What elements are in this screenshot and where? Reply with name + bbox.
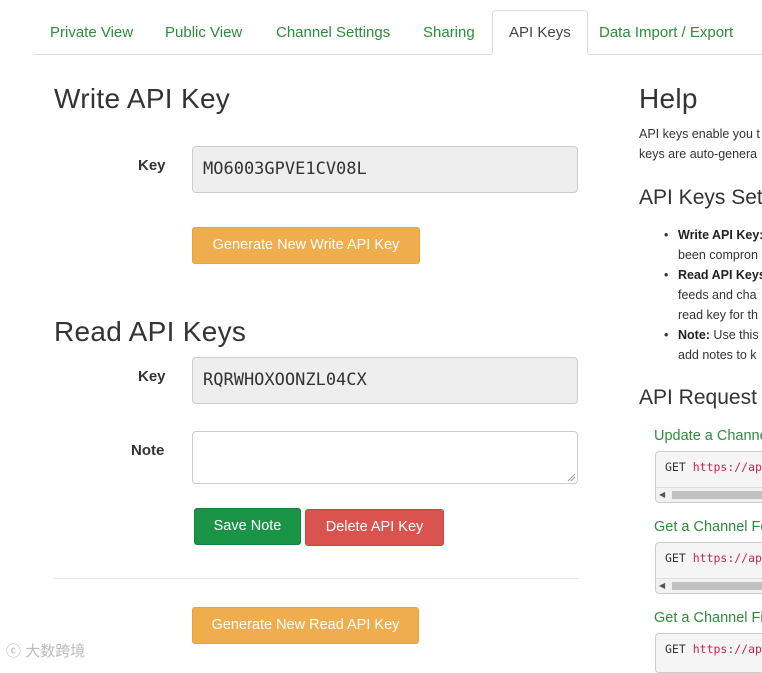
- tab-api-keys[interactable]: API Keys: [492, 10, 588, 55]
- write-api-key-title: Write API Key: [54, 83, 231, 114]
- watermark-icon: ⓒ: [6, 643, 22, 660]
- help-bullet-list: Write API Key: been compron Read API Key…: [664, 225, 762, 365]
- save-note-button[interactable]: Save Note: [194, 508, 301, 545]
- section-divider: [54, 578, 579, 579]
- watermark-logo: ⓒ 大数跨境: [6, 643, 86, 660]
- generate-read-key-button[interactable]: Generate New Read API Key: [192, 607, 419, 644]
- help-title: Help: [639, 83, 698, 114]
- request-link-channel-field[interactable]: Get a Channel Fi: [654, 610, 762, 626]
- note-textarea[interactable]: [192, 431, 578, 484]
- list-item-continuation: feeds and cha: [678, 288, 757, 302]
- write-key-label: Key: [138, 157, 166, 174]
- help-intro-line2: keys are auto-genera: [639, 147, 758, 161]
- note-label: Note: [131, 442, 165, 459]
- tab-public-view[interactable]: Public View: [149, 12, 258, 53]
- tab-sharing[interactable]: Sharing: [407, 12, 491, 53]
- list-item-continuation: read key for th: [678, 308, 758, 322]
- write-key-field[interactable]: MO6003GPVE1CV08L: [192, 146, 578, 193]
- api-keys-settings-title: API Keys Set: [639, 186, 762, 209]
- request-link-update-channel[interactable]: Update a Channe: [654, 428, 762, 444]
- scroll-left-icon[interactable]: ◀: [659, 490, 665, 499]
- resize-handle-icon[interactable]: [567, 473, 575, 481]
- api-requests-title: API Request: [639, 386, 757, 409]
- tab-channel-settings[interactable]: Channel Settings: [260, 12, 406, 53]
- help-intro-line1: API keys enable you t: [639, 127, 760, 141]
- code-block: GET https://ap: [655, 633, 762, 673]
- list-item: Write API Key:: [664, 225, 762, 245]
- tab-bar: Private View Public View Channel Setting…: [33, 0, 762, 55]
- code-block: GET https://ap ◀: [655, 451, 762, 503]
- read-api-keys-title: Read API Keys: [54, 316, 247, 347]
- delete-api-key-button[interactable]: Delete API Key: [305, 509, 444, 546]
- tab-data-import-export[interactable]: Data Import / Export: [583, 12, 749, 53]
- horizontal-scrollbar[interactable]: ◀: [656, 578, 762, 593]
- list-item-continuation: been compron: [678, 248, 758, 262]
- list-item: Read API Keys: [664, 265, 762, 285]
- list-item-continuation: add notes to k: [678, 348, 757, 362]
- read-key-label: Key: [138, 368, 166, 385]
- scroll-thumb[interactable]: [672, 582, 762, 590]
- horizontal-scrollbar[interactable]: ◀: [656, 487, 762, 502]
- request-link-channel-feed[interactable]: Get a Channel Fe: [654, 519, 762, 535]
- list-item: Note: Use this: [664, 325, 762, 345]
- tab-private-view[interactable]: Private View: [34, 12, 149, 53]
- read-key-field[interactable]: RQRWHOXOONZL04CX: [192, 357, 578, 404]
- generate-write-key-button[interactable]: Generate New Write API Key: [192, 227, 420, 264]
- code-block: GET https://ap ◀: [655, 542, 762, 594]
- scroll-thumb[interactable]: [672, 491, 762, 499]
- scroll-left-icon[interactable]: ◀: [659, 581, 665, 590]
